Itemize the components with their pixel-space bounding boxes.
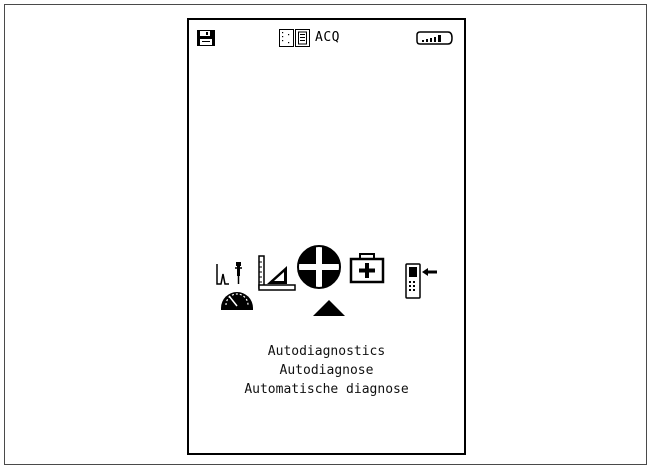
menu-row (211, 244, 451, 344)
first-aid-kit-icon (349, 253, 385, 284)
mode-label: ACQ (315, 30, 340, 45)
device-screen: ACQ Autodiagnostics Autodiagnose Automat… (187, 18, 466, 455)
menu-item-autodiagnostics[interactable] (296, 244, 342, 290)
label-french: Autodiagnose (279, 363, 374, 378)
menu-item-measurement[interactable] (215, 262, 255, 312)
meter-probe-icon (216, 262, 253, 310)
label-english: Autodiagnostics (267, 344, 386, 359)
acquisition-mode[interactable]: ACQ (279, 29, 340, 47)
menu-item-calibration[interactable] (257, 254, 297, 294)
battery-icon (416, 31, 453, 45)
acquisition-panel-icon (279, 29, 310, 47)
device-transfer-icon (405, 263, 437, 299)
floppy-disk-icon[interactable] (197, 30, 215, 46)
up-triangle-icon (313, 300, 345, 316)
status-bar: ACQ (189, 20, 464, 50)
selected-item-labels: Autodiagnostics Autodiagnose Automatisch… (189, 342, 464, 399)
menu-item-transfer[interactable] (404, 262, 440, 302)
crosshair-circle-icon (297, 245, 341, 289)
menu-item-first-aid[interactable] (349, 252, 385, 284)
label-dutch: Automatische diagnose (244, 382, 409, 397)
ruler-triangle-icon (258, 255, 296, 291)
